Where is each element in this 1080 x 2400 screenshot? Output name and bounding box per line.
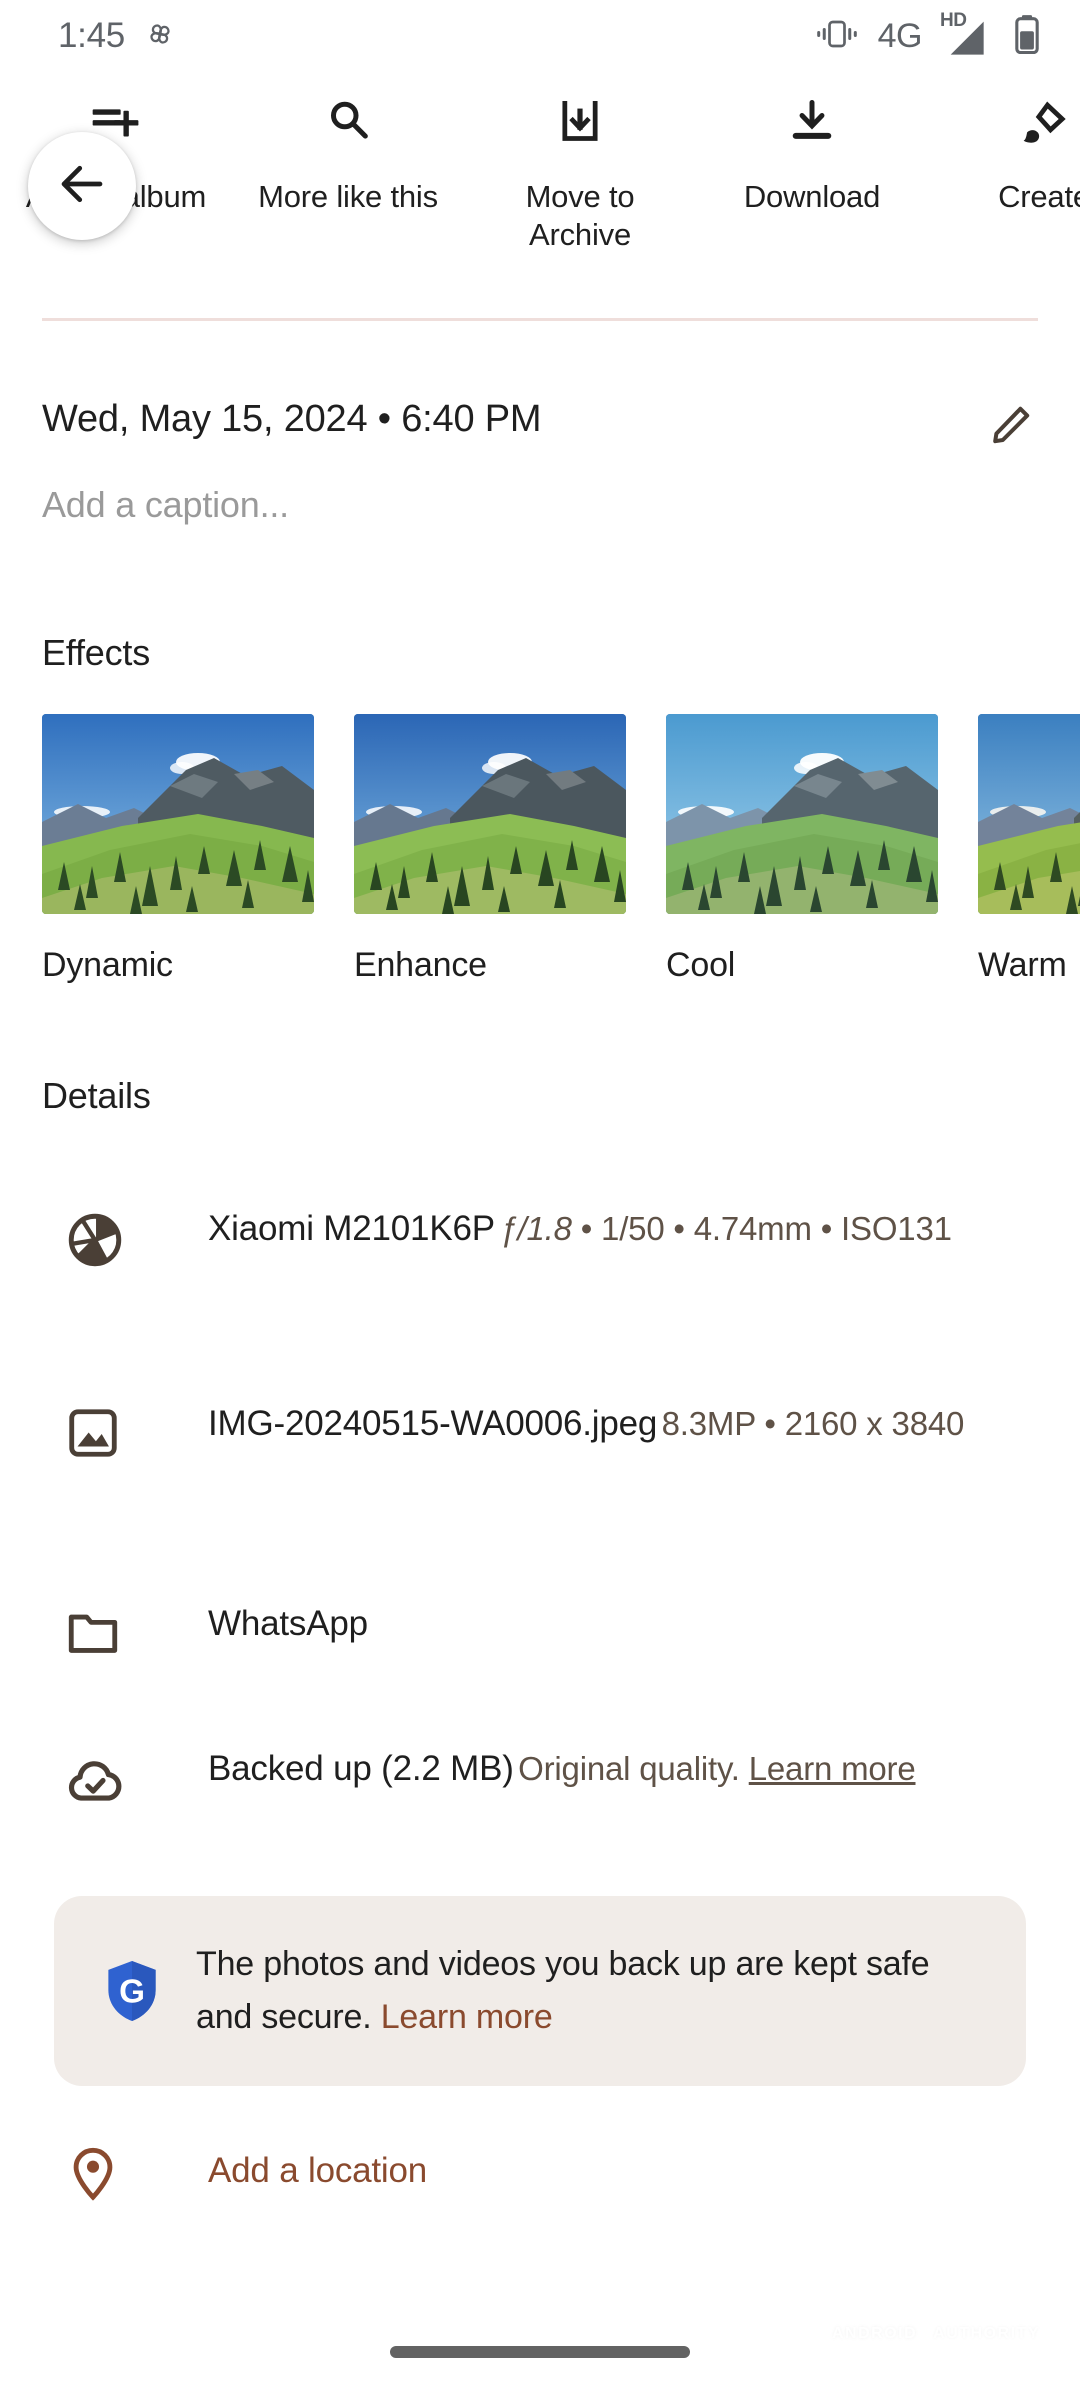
caption-input[interactable]: Add a caption... bbox=[42, 484, 289, 526]
date-row: Wed, May 15, 2024 • 6:40 PM bbox=[42, 398, 1038, 456]
action-download[interactable]: Download bbox=[696, 78, 928, 216]
watermark: ANDROID AUTHORITY bbox=[824, 2320, 1040, 2348]
search-icon bbox=[322, 90, 374, 154]
battery-icon bbox=[1014, 14, 1040, 59]
watermark-part1: ANDROID bbox=[824, 2320, 926, 2348]
add-location-row[interactable]: Add a location bbox=[42, 2140, 1038, 2202]
exif-rest: • 1/50 • 4.74mm • ISO131 bbox=[571, 1210, 952, 1247]
effect-thumbnail bbox=[978, 714, 1080, 914]
aperture-value: ƒ/1.8 bbox=[499, 1210, 572, 1247]
action-label: More like this bbox=[258, 179, 438, 214]
action-move-to-archive[interactable]: Move to Archive bbox=[464, 78, 696, 254]
effect-card-enhance[interactable]: Enhance bbox=[354, 714, 626, 994]
camera-model: Xiaomi M2101K6P bbox=[208, 1209, 495, 1248]
network-type-label: 4G bbox=[877, 16, 923, 55]
palette-brush-icon bbox=[1018, 90, 1070, 154]
backup-quality-text: Original quality. bbox=[518, 1750, 749, 1787]
action-label: Create bbox=[998, 179, 1080, 214]
banner-message: The photos and videos you back up are ke… bbox=[174, 1938, 982, 2044]
archive-icon bbox=[554, 90, 606, 154]
file-resolution: 8.3MP • 2160 x 3840 bbox=[661, 1405, 965, 1442]
quick-actions-bar[interactable]: Add to album More like this Move to Arch… bbox=[0, 78, 1080, 258]
folder-icon bbox=[42, 1600, 150, 1662]
banner-message-text: The photos and videos you back up are ke… bbox=[196, 1945, 930, 2036]
status-clock: 1:45 bbox=[58, 16, 125, 55]
detail-row-backup[interactable]: Backed up (2.2 MB) Original quality. Lea… bbox=[42, 1745, 1038, 1811]
effect-card-cool[interactable]: Cool bbox=[666, 714, 938, 994]
photo-date-time: Wed, May 15, 2024 • 6:40 PM bbox=[42, 398, 542, 440]
status-bar-right: 4G HD bbox=[816, 10, 1040, 59]
photo-details-screen: 1:45 4G HD album More like this Move to … bbox=[0, 0, 1080, 2400]
effects-carousel[interactable]: Dynamic Enhance Cool Warm bbox=[0, 714, 1080, 994]
file-name: IMG-20240515-WA0006.jpeg bbox=[208, 1404, 658, 1443]
detail-text-group: IMG-20240515-WA0006.jpeg 8.3MP • 2160 x … bbox=[150, 1400, 1038, 1448]
action-create[interactable]: Create bbox=[928, 78, 1080, 216]
header-divider bbox=[42, 318, 1038, 321]
vibrate-icon bbox=[816, 17, 858, 56]
effect-label: Enhance bbox=[354, 946, 487, 984]
download-icon bbox=[786, 90, 838, 154]
detail-row-camera[interactable]: Xiaomi M2101K6P ƒ/1.8 • 1/50 • 4.74mm • … bbox=[42, 1205, 1038, 1271]
effect-label: Warm bbox=[978, 946, 1067, 984]
effect-thumbnail bbox=[42, 714, 314, 914]
backup-safety-banner[interactable]: G The photos and videos you back up are … bbox=[54, 1896, 1026, 2086]
camera-aperture-icon bbox=[42, 1205, 150, 1271]
detail-row-folder[interactable]: WhatsApp bbox=[42, 1600, 1038, 1662]
detail-text-group: WhatsApp bbox=[150, 1600, 1038, 1648]
add-location-label: Add a location bbox=[208, 2151, 428, 2190]
effect-thumbnail bbox=[354, 714, 626, 914]
effect-card-dynamic[interactable]: Dynamic bbox=[42, 714, 314, 994]
location-pin-icon bbox=[42, 2140, 150, 2202]
backup-quality: Original quality. Learn more bbox=[518, 1750, 916, 1787]
backup-learn-more-link[interactable]: Learn more bbox=[749, 1750, 916, 1787]
pencil-edit-icon bbox=[986, 402, 1034, 455]
image-icon bbox=[42, 1400, 150, 1462]
status-bar-left: 1:45 bbox=[58, 16, 177, 56]
google-shield-icon: G bbox=[90, 1959, 174, 2023]
pinwheel-icon bbox=[143, 17, 177, 56]
watermark-part2: AUTHORITY bbox=[933, 2325, 1040, 2342]
action-more-like-this[interactable]: More like this bbox=[232, 78, 464, 216]
action-label: Move to Archive bbox=[525, 179, 635, 252]
effects-section-title: Effects bbox=[42, 632, 150, 673]
folder-name: WhatsApp bbox=[208, 1604, 368, 1643]
caption-placeholder: Add a caption... bbox=[42, 484, 289, 525]
effect-label: Cool bbox=[666, 946, 736, 984]
signal-bars-icon: HD bbox=[940, 10, 994, 58]
home-gesture-pill[interactable] bbox=[390, 2346, 690, 2358]
cloud-done-icon bbox=[42, 1745, 150, 1811]
back-button[interactable] bbox=[28, 132, 136, 240]
effect-thumbnail bbox=[666, 714, 938, 914]
detail-text-group: Backed up (2.2 MB) Original quality. Lea… bbox=[150, 1745, 1038, 1793]
svg-text:G: G bbox=[119, 1973, 145, 2010]
arrow-back-icon bbox=[55, 157, 109, 216]
camera-exif: ƒ/1.8 • 1/50 • 4.74mm • ISO131 bbox=[499, 1210, 952, 1247]
detail-text-group: Xiaomi M2101K6P ƒ/1.8 • 1/50 • 4.74mm • … bbox=[150, 1205, 1038, 1253]
details-section-title: Details bbox=[42, 1075, 151, 1116]
detail-row-file[interactable]: IMG-20240515-WA0006.jpeg 8.3MP • 2160 x … bbox=[42, 1400, 1038, 1462]
banner-learn-more-link[interactable]: Learn more bbox=[381, 1998, 553, 2036]
action-label: Download bbox=[743, 179, 881, 214]
effect-card-warm[interactable]: Warm bbox=[978, 714, 1080, 994]
backup-status: Backed up (2.2 MB) bbox=[208, 1749, 514, 1788]
status-bar: 1:45 4G HD bbox=[0, 0, 1080, 72]
edit-date-button[interactable] bbox=[982, 400, 1038, 456]
effect-label: Dynamic bbox=[42, 946, 173, 984]
